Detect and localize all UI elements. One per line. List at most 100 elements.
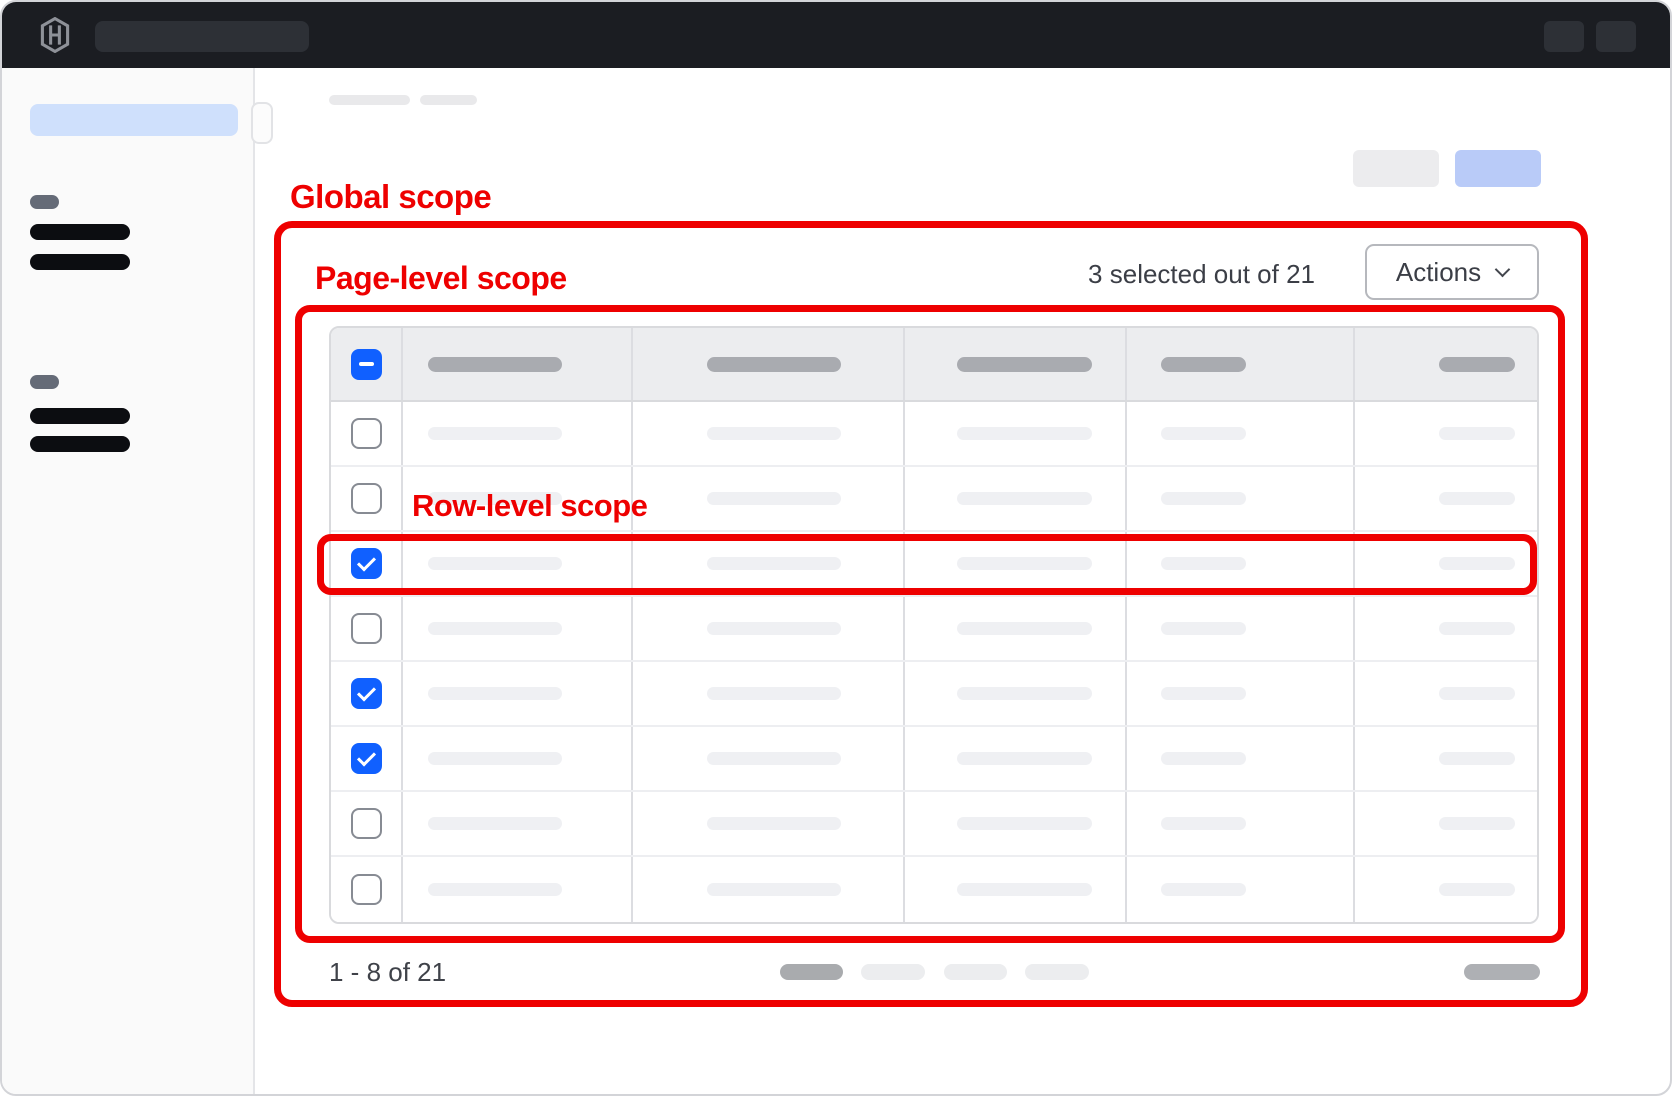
top-navbar: [2, 2, 1670, 68]
primary-button-skeleton[interactable]: [1455, 150, 1541, 187]
cell-skeleton: [707, 817, 841, 830]
cell-skeleton: [1161, 622, 1246, 635]
table-row[interactable]: [331, 532, 1537, 597]
table-cell: [633, 727, 905, 790]
column-header[interactable]: [403, 328, 633, 400]
app-window: 3 selected out of 21 Actions Global scop…: [0, 0, 1672, 1096]
row-checkbox[interactable]: [351, 874, 382, 905]
table-row[interactable]: [331, 402, 1537, 467]
nav-action-icon[interactable]: [1544, 21, 1584, 52]
table-cell: [905, 662, 1127, 725]
table-row[interactable]: [331, 597, 1537, 662]
cell-skeleton: [1161, 427, 1246, 440]
row-checkbox[interactable]: [351, 483, 382, 514]
table-cell: [633, 467, 905, 530]
table-cell: [403, 792, 633, 855]
select-all-cell: [331, 328, 403, 400]
table-cell: [633, 532, 905, 595]
table-row[interactable]: [331, 792, 1537, 857]
search-input[interactable]: [95, 21, 309, 52]
cell-skeleton: [707, 752, 841, 765]
table-cell: [1355, 597, 1537, 660]
cell-skeleton: [1161, 752, 1246, 765]
table-cell: [1355, 532, 1537, 595]
row-checkbox[interactable]: [351, 743, 382, 774]
table-cell: [1127, 402, 1355, 465]
row-checkbox[interactable]: [351, 418, 382, 449]
cell-skeleton: [428, 883, 562, 896]
table-cell: [905, 402, 1127, 465]
column-header[interactable]: [905, 328, 1127, 400]
cell-skeleton: [1439, 752, 1515, 765]
cell-skeleton: [428, 817, 562, 830]
table-cell: [403, 727, 633, 790]
table-cell: [1127, 857, 1355, 922]
cell-skeleton: [428, 687, 562, 700]
cell-skeleton: [957, 427, 1092, 440]
row-select-cell: [331, 662, 403, 725]
table-cell: [403, 402, 633, 465]
cell-skeleton: [1439, 492, 1515, 505]
row-checkbox[interactable]: [351, 613, 382, 644]
column-header[interactable]: [1355, 328, 1537, 400]
cell-skeleton: [1161, 883, 1246, 896]
column-header[interactable]: [633, 328, 905, 400]
select-all-checkbox[interactable]: [351, 349, 382, 380]
pagination-page-button[interactable]: [944, 964, 1007, 980]
table-cell: [905, 857, 1127, 922]
table-cell: [1355, 467, 1537, 530]
sidebar-item[interactable]: [30, 224, 130, 240]
table-cell: [633, 402, 905, 465]
cell-skeleton: [1161, 492, 1246, 505]
table-row[interactable]: [331, 857, 1537, 922]
selection-status: 3 selected out of 21: [1088, 259, 1315, 290]
sidebar-section-label: [30, 375, 59, 389]
table-cell: [905, 792, 1127, 855]
row-select-cell: [331, 402, 403, 465]
sidebar-active-item[interactable]: [30, 104, 238, 136]
row-checkbox[interactable]: [351, 548, 382, 579]
column-header[interactable]: [1127, 328, 1355, 400]
pagination-page-size[interactable]: [1464, 964, 1540, 980]
table-cell: [1355, 857, 1537, 922]
table-cell: [633, 662, 905, 725]
cell-skeleton: [1439, 817, 1515, 830]
actions-dropdown-button[interactable]: Actions: [1365, 244, 1539, 300]
row-select-cell: [331, 857, 403, 922]
table-cell: [633, 597, 905, 660]
row-checkbox[interactable]: [351, 678, 382, 709]
table-cell: [1355, 792, 1537, 855]
row-checkbox[interactable]: [351, 808, 382, 839]
cell-skeleton: [1161, 817, 1246, 830]
cell-skeleton: [957, 622, 1092, 635]
nav-account-icon[interactable]: [1596, 21, 1636, 52]
pagination-page-button[interactable]: [861, 964, 925, 980]
table-cell: [1355, 727, 1537, 790]
table-cell: [403, 857, 633, 922]
table-header-row: [331, 328, 1537, 402]
table-cell: [905, 532, 1127, 595]
secondary-button-skeleton[interactable]: [1353, 150, 1439, 187]
table-cell: [403, 597, 633, 660]
sidebar-item[interactable]: [30, 254, 130, 270]
sidebar-item[interactable]: [30, 436, 130, 452]
row-select-cell: [331, 727, 403, 790]
table-cell: [633, 857, 905, 922]
annotation-page-scope: Page-level scope: [315, 260, 567, 297]
cell-skeleton: [957, 883, 1092, 896]
cell-skeleton: [428, 427, 562, 440]
row-select-cell: [331, 792, 403, 855]
sidebar-collapse-handle[interactable]: [251, 102, 273, 144]
cell-skeleton: [1161, 557, 1246, 570]
cell-skeleton: [707, 557, 841, 570]
cell-skeleton: [707, 687, 841, 700]
table-cell: [1355, 662, 1537, 725]
table-row[interactable]: [331, 727, 1537, 792]
table-row[interactable]: [331, 662, 1537, 727]
sidebar-item[interactable]: [30, 408, 130, 424]
pagination-page-button[interactable]: [1025, 964, 1089, 980]
table-cell: [1355, 402, 1537, 465]
row-select-cell: [331, 532, 403, 595]
pagination-page-button-current[interactable]: [780, 964, 843, 980]
row-select-cell: [331, 467, 403, 530]
